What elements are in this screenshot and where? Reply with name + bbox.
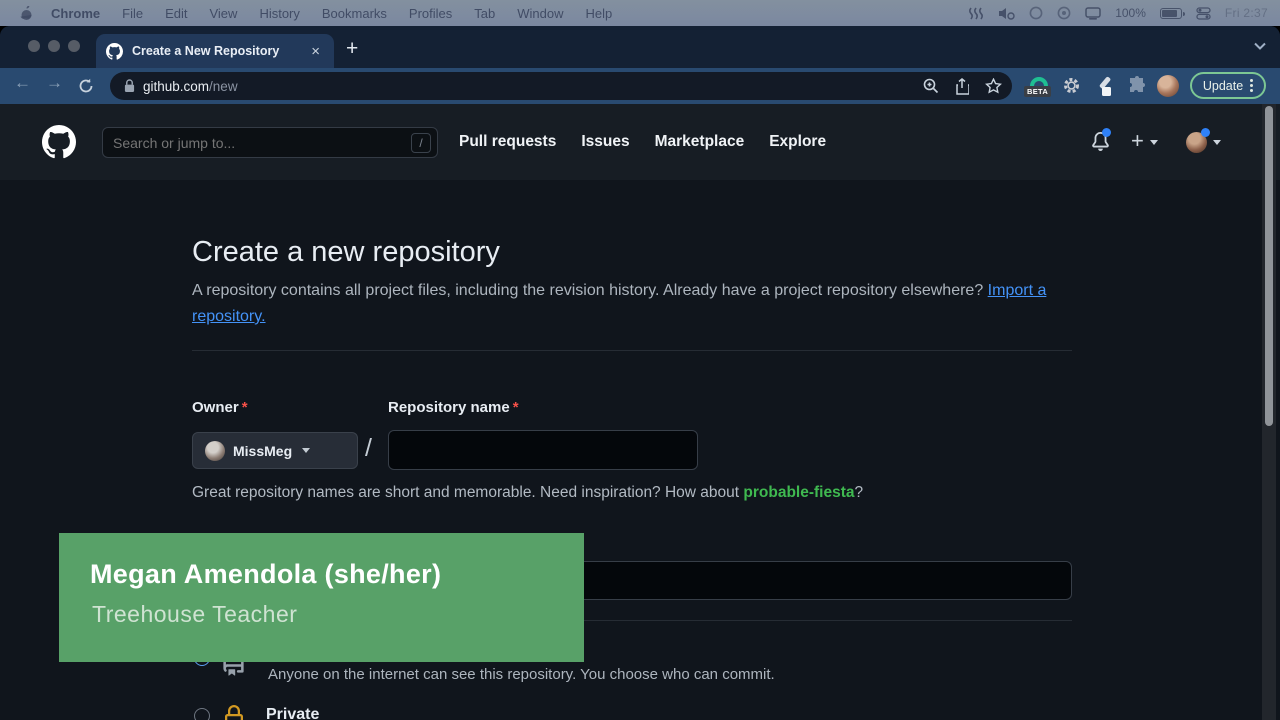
page-title: Create a new repository (192, 236, 500, 269)
tab-search-chevron-icon[interactable] (1254, 42, 1266, 50)
browser-profile-avatar[interactable] (1157, 75, 1179, 97)
new-tab-button[interactable]: + (346, 38, 358, 59)
create-new-button[interactable]: + (1131, 128, 1158, 154)
menu-help[interactable]: Help (586, 6, 613, 21)
github-logo-icon[interactable] (42, 125, 76, 159)
repository-name-label: Repository name* (388, 399, 519, 416)
owner-avatar (205, 441, 225, 461)
battery-icon (1160, 8, 1182, 19)
extensions-puzzle-icon[interactable] (1128, 76, 1147, 95)
chevron-down-icon (1150, 140, 1158, 145)
private-radio[interactable] (194, 708, 210, 720)
required-asterisk: * (242, 399, 248, 416)
notifications-bell-icon[interactable] (1091, 132, 1110, 156)
reload-button[interactable] (78, 78, 94, 94)
speaker-name: Megan Amendola (she/her) (90, 559, 441, 590)
beta-badge: BETA (1024, 86, 1051, 97)
menu-window[interactable]: Window (517, 6, 563, 21)
scrollbar-thumb[interactable] (1265, 106, 1273, 426)
browser-menu-icon[interactable] (1250, 84, 1253, 87)
dropdown-caret-icon (302, 448, 310, 453)
camera-circle-icon[interactable] (1029, 6, 1043, 20)
tab-strip: Create a New Repository × + (0, 26, 1280, 68)
window-zoom-button[interactable] (68, 40, 80, 52)
url-bar[interactable]: github.com/new (110, 72, 1012, 100)
back-button[interactable]: ← (14, 73, 31, 93)
window-close-button[interactable] (28, 40, 40, 52)
extension-pen-icon[interactable] (1094, 75, 1116, 97)
url-host: github.com (143, 79, 209, 94)
tab-close-icon[interactable]: × (307, 42, 324, 61)
tab-title: Create a New Repository (132, 44, 307, 58)
update-button[interactable]: Update (1190, 72, 1266, 99)
browser-toolbar: ← → github.com/new (0, 68, 1280, 104)
zoom-icon[interactable] (923, 78, 939, 94)
repository-name-input[interactable] (388, 430, 698, 470)
private-label[interactable]: Private (266, 706, 319, 720)
shield-circle-icon[interactable] (1057, 6, 1071, 20)
extension-gear-icon[interactable] (1062, 76, 1081, 95)
waves-icon[interactable] (968, 7, 984, 20)
owner-value: MissMeg (233, 443, 292, 459)
menu-clock[interactable]: Fri 2:37 (1225, 6, 1268, 20)
bookmark-star-icon[interactable] (985, 78, 1002, 94)
update-label: Update (1203, 79, 1243, 93)
extension-beta-icon[interactable]: BETA (1030, 74, 1048, 95)
menu-bookmarks[interactable]: Bookmarks (322, 6, 387, 21)
github-page: / Pull requests Issues Marketplace Explo… (0, 104, 1280, 720)
divider (192, 350, 1072, 351)
control-center-icon[interactable] (1196, 7, 1211, 20)
battery-percent: 100% (1115, 6, 1146, 20)
menu-history[interactable]: History (259, 6, 299, 21)
apple-icon[interactable] (20, 6, 33, 21)
menu-file[interactable]: File (122, 6, 143, 21)
menu-view[interactable]: View (209, 6, 237, 21)
description-text: A repository contains all project files,… (192, 282, 983, 299)
active-tab[interactable]: Create a New Repository × (96, 34, 334, 68)
forward-button[interactable]: → (46, 73, 63, 93)
lock-amber-icon (222, 704, 246, 720)
menu-tab[interactable]: Tab (474, 6, 495, 21)
avatar-notification-dot (1201, 128, 1210, 137)
display-icon[interactable] (1085, 7, 1101, 20)
speaker-name-tag: Megan Amendola (she/her) Treehouse Teach… (59, 533, 584, 662)
page-description: A repository contains all project files,… (192, 278, 1072, 330)
suggested-name-link[interactable]: probable-fiesta (743, 484, 854, 501)
menu-edit[interactable]: Edit (165, 6, 187, 21)
avatar-chevron-icon[interactable] (1213, 140, 1221, 145)
url-path: /new (209, 79, 238, 94)
public-description: Anyone on the internet can see this repo… (268, 666, 775, 683)
owner-select[interactable]: MissMeg (192, 432, 358, 469)
required-asterisk: * (513, 399, 519, 416)
lock-icon (124, 79, 135, 93)
menu-profiles[interactable]: Profiles (409, 6, 452, 21)
share-icon[interactable] (955, 78, 969, 95)
name-suggestion-text: Great repository names are short and mem… (192, 484, 1072, 502)
browser-window: Create a New Repository × + ← → github.c… (0, 26, 1280, 720)
menu-status-area: 100% Fri 2:37 (968, 0, 1268, 26)
macos-menu-bar: Chrome File Edit View History Bookmarks … (0, 0, 1280, 26)
notification-dot (1102, 128, 1111, 137)
audio-icon[interactable] (998, 7, 1015, 20)
speaker-role: Treehouse Teacher (92, 601, 297, 628)
menu-chrome[interactable]: Chrome (51, 6, 100, 21)
page-scrollbar[interactable] (1262, 104, 1276, 720)
screen: Chrome File Edit View History Bookmarks … (0, 0, 1280, 720)
github-favicon (106, 43, 123, 60)
window-minimize-button[interactable] (48, 40, 60, 52)
owner-label: Owner* (192, 399, 248, 416)
owner-repo-separator: / (365, 434, 372, 463)
